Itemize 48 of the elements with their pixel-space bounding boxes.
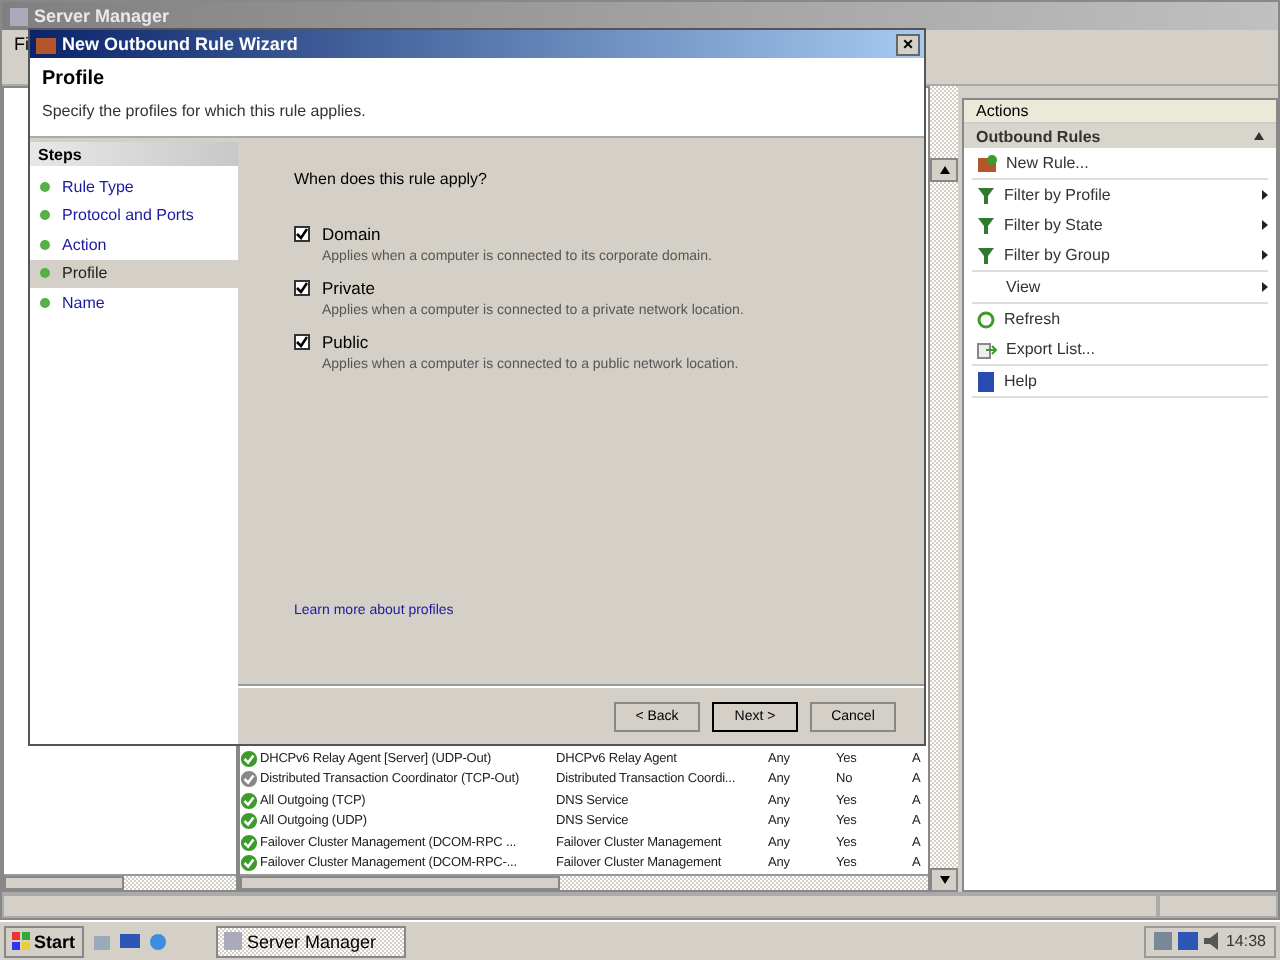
wall-icon xyxy=(976,153,998,173)
horizontal-scrollbar[interactable] xyxy=(240,874,928,890)
page-description: Specify the profiles for which this rule applies. xyxy=(42,102,368,120)
app-icon xyxy=(10,7,28,25)
step-item[interactable]: Profile xyxy=(30,259,238,288)
speaker-icon[interactable] xyxy=(1203,932,1220,950)
step-item[interactable]: Protocol and Ports xyxy=(30,201,238,230)
collapse-icon xyxy=(1254,132,1264,140)
section-header[interactable]: Outbound Rules xyxy=(964,124,1276,148)
steps-header: Steps xyxy=(30,142,238,166)
menu-item[interactable]: Fi xyxy=(14,34,29,54)
pane-menu-entry[interactable]: Filter by Group xyxy=(972,240,1268,270)
tray-icon[interactable] xyxy=(1153,932,1172,950)
vertical-scrollbar[interactable] xyxy=(930,86,958,892)
desktop-icon[interactable] xyxy=(119,931,140,951)
pane-menu-entry[interactable]: Export List... xyxy=(972,334,1268,364)
page-heading: Profile xyxy=(42,68,107,90)
checkbox[interactable] xyxy=(294,280,310,296)
clock: 14:38 xyxy=(1225,932,1266,950)
pane-menu-entry[interactable]: Refresh xyxy=(972,304,1268,334)
close-button[interactable]: × xyxy=(896,33,920,55)
pane-title: Actions xyxy=(964,100,1276,124)
step-item[interactable]: Action xyxy=(30,230,238,259)
wall-icon xyxy=(36,34,56,54)
checkbox-label[interactable]: Public xyxy=(322,332,369,352)
pane-menu-entry[interactable]: New Rule... xyxy=(972,148,1268,178)
question-text: When does this rule apply? xyxy=(294,170,489,188)
horizontal-scrollbar[interactable] xyxy=(4,874,236,890)
start-button[interactable]: Start xyxy=(4,925,84,957)
refresh-icon xyxy=(976,309,996,329)
checkbox-label[interactable]: Domain xyxy=(322,224,381,244)
windows-logo-icon xyxy=(12,932,30,950)
checkbox[interactable] xyxy=(294,334,310,350)
pane-menu-entry[interactable]: View xyxy=(972,272,1268,302)
pane-menu-entry[interactable]: Filter by State xyxy=(972,210,1268,240)
pane-menu-entry[interactable]: Filter by Profile xyxy=(972,180,1268,210)
checkbox[interactable] xyxy=(294,226,310,242)
step-item[interactable]: Rule Type xyxy=(30,172,238,201)
window-title: Server Manager xyxy=(34,6,170,26)
step-item[interactable]: Name xyxy=(30,288,238,317)
dialog-title: New Outbound Rule Wizard xyxy=(62,34,300,54)
pane-menu-entry[interactable]: Help xyxy=(972,366,1268,396)
export-icon xyxy=(976,339,998,359)
taskbar-button[interactable]: Server Manager xyxy=(215,925,406,957)
checkbox-label[interactable]: Private xyxy=(322,278,375,298)
app-icon xyxy=(223,932,242,950)
scroll-down-icon xyxy=(939,876,949,884)
scroll-up-icon xyxy=(939,166,949,174)
